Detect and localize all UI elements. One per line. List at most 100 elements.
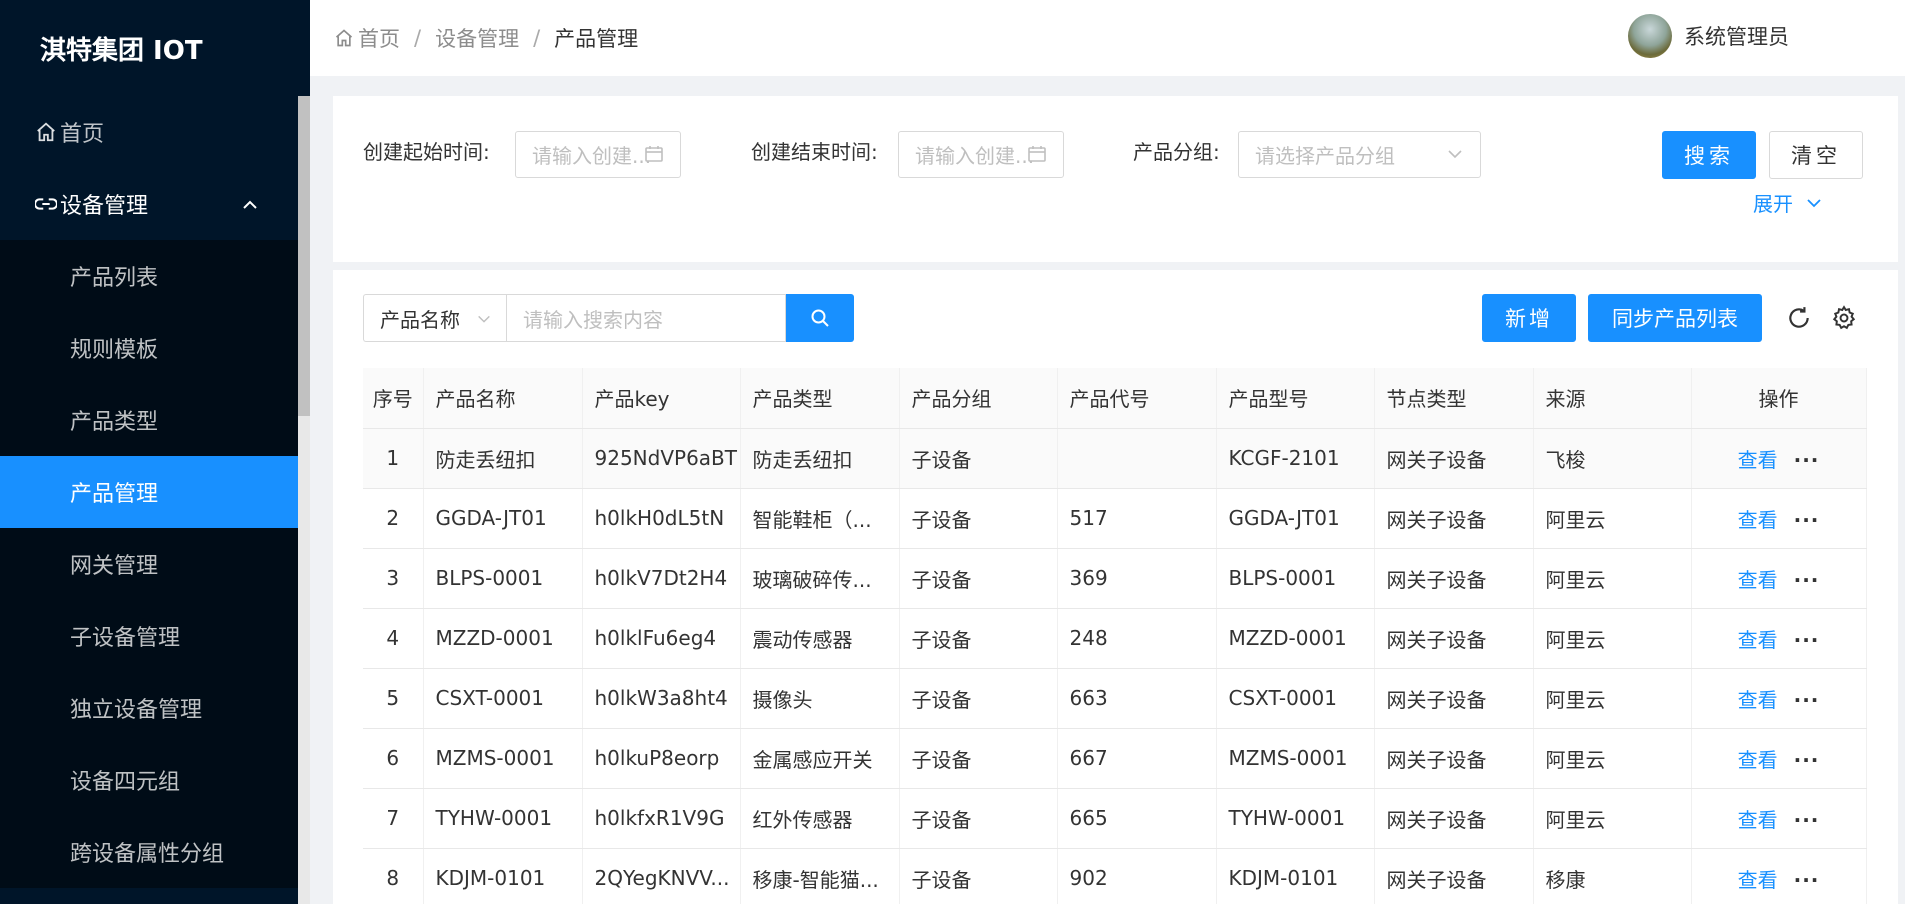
search-field-select[interactable]: 产品名称	[363, 294, 506, 342]
product-group-placeholder: 请选择产品分组	[1255, 144, 1395, 168]
product-table: 序号 产品名称 产品key 产品类型 产品分组 产品代号 产品型号 节点类型 来…	[363, 368, 1867, 904]
view-link[interactable]: 查看	[1738, 448, 1778, 472]
sidebar-item-subdevice-management[interactable]: 子设备管理	[0, 600, 298, 672]
table-cell: 阿里云	[1533, 548, 1692, 609]
view-link[interactable]: 查看	[1738, 568, 1778, 592]
view-link[interactable]: 查看	[1738, 628, 1778, 652]
sidebar-item-cross-device-group[interactable]: 跨设备属性分组	[0, 816, 298, 888]
sidebar-item-product-list[interactable]: 产品列表	[0, 240, 298, 312]
table-cell: 6	[363, 728, 424, 789]
search-input-placeholder: 请输入搜索内容	[523, 307, 663, 332]
sidebar-submenu: 产品列表 规则模板 产品类型 产品管理 网关管理 子设备管理 独立设备管理 设备…	[0, 240, 298, 888]
table-row[interactable]: 4 MZZD-0001 h0lklFu6eg4 震动传感器 子设备 248 MZZD-000…	[363, 608, 1867, 669]
table-row[interactable]: 6 MZMS-0001 h0lkuP8eorp 金属感应开关 子设备 667 MZMS-00…	[363, 728, 1867, 789]
table-cell: MZZD-0001	[423, 608, 583, 669]
user-name[interactable]: 系统管理员	[1684, 21, 1789, 51]
table-cell: TYHW-0001	[423, 788, 583, 849]
breadcrumb-device-management[interactable]: 设备管理	[435, 23, 519, 53]
sync-product-list-button[interactable]: 同步产品列表	[1588, 294, 1762, 342]
home-icon	[34, 120, 58, 144]
row-actions: 查看 ···	[1691, 668, 1867, 729]
column-header: 产品名称	[423, 368, 583, 429]
table-cell: 902	[1057, 848, 1217, 904]
breadcrumb-home[interactable]: 首页	[358, 23, 400, 53]
sidebar-group-label: 设备管理	[60, 194, 149, 219]
breadcrumb-separator: /	[414, 26, 422, 50]
table-cell: 红外传感器	[740, 788, 900, 849]
add-button[interactable]: 新增	[1482, 294, 1576, 342]
row-actions: 查看 ···	[1691, 788, 1867, 849]
sidebar-menu: 首页 设备管理 产品列表 规则模板 产品类型 产品管理 网关管理 子设备管理 独…	[0, 96, 298, 888]
column-header: 产品类型	[740, 368, 900, 429]
row-actions: 查看 ···	[1691, 728, 1867, 789]
table-cell: 阿里云	[1533, 608, 1692, 669]
sidebar-item-product-type[interactable]: 产品类型	[0, 384, 298, 456]
table-cell: 925NdVP6aBT	[582, 428, 741, 489]
settings-gear-icon[interactable]	[1830, 304, 1858, 332]
clear-button[interactable]: 清空	[1769, 131, 1863, 179]
product-group-select[interactable]: 请选择产品分组	[1238, 131, 1481, 178]
sidebar-item-device-quadruple[interactable]: 设备四元组	[0, 744, 298, 816]
end-time-input[interactable]: 请输入创建...	[898, 131, 1064, 178]
start-time-input[interactable]: 请输入创建...	[515, 131, 681, 178]
more-actions-icon[interactable]: ···	[1794, 808, 1820, 832]
sidebar-item-rule-template[interactable]: 规则模板	[0, 312, 298, 384]
table-row[interactable]: 2 GGDA-JT01 h0lkH0dL5tN 智能鞋柜（... 子设备 517 GGDA-…	[363, 488, 1867, 549]
table-cell: 667	[1057, 728, 1217, 789]
more-actions-icon[interactable]: ···	[1794, 628, 1820, 652]
home-icon[interactable]	[334, 28, 354, 48]
search-submit-button[interactable]	[786, 294, 854, 342]
table-cell: h0lkH0dL5tN	[582, 488, 741, 549]
sidebar-scroll-thumb[interactable]	[298, 96, 310, 416]
search-input[interactable]: 请输入搜索内容	[506, 294, 786, 342]
sidebar-item-product-management[interactable]: 产品管理	[0, 456, 298, 528]
search-icon	[810, 308, 830, 328]
view-link[interactable]: 查看	[1738, 688, 1778, 712]
end-time-placeholder: 请输入创建...	[915, 144, 1035, 168]
search-button[interactable]: 搜索	[1662, 131, 1756, 179]
sidebar-item-standalone-device[interactable]: 独立设备管理	[0, 672, 298, 744]
expand-toggle[interactable]: 展开	[1753, 188, 1823, 217]
table-cell: KDJM-0101	[423, 848, 583, 904]
more-actions-icon[interactable]: ···	[1794, 868, 1820, 892]
table-cell: 摄像头	[740, 668, 900, 729]
product-group-label: 产品分组:	[1133, 140, 1220, 164]
refresh-icon[interactable]	[1785, 304, 1813, 332]
sidebar-item-home[interactable]: 首页	[0, 96, 298, 168]
table-cell: h0lkV7Dt2H4	[582, 548, 741, 609]
table-cell: BLPS-0001	[423, 548, 583, 609]
sidebar-item-gateway-management[interactable]: 网关管理	[0, 528, 298, 600]
sidebar: 淇特集团 IOT 首页 设备管理 产品列表 规则模板 产品类型 产品管理 网关管…	[0, 0, 310, 904]
table-cell: 防走丢纽扣	[740, 428, 900, 489]
table-cell: GGDA-JT01	[1216, 488, 1375, 549]
table-cell: 1	[363, 428, 424, 489]
table-row[interactable]: 3 BLPS-0001 h0lkV7Dt2H4 玻璃破碎传... 子设备 369 BLPS-…	[363, 548, 1867, 609]
view-link[interactable]: 查看	[1738, 508, 1778, 532]
user-menu[interactable]: 系统管理员	[1628, 14, 1789, 58]
table-row[interactable]: 5 CSXT-0001 h0lkW3a8ht4 摄像头 子设备 663 CSXT-0001 网…	[363, 668, 1867, 729]
sidebar-scrollbar[interactable]	[298, 96, 310, 904]
more-actions-icon[interactable]: ···	[1794, 748, 1820, 772]
product-table-panel: 产品名称 请输入搜索内容 新增 同步产品列表 序号 产品名称 产品key 产品类…	[333, 270, 1898, 904]
more-actions-icon[interactable]: ···	[1794, 688, 1820, 712]
avatar[interactable]	[1628, 14, 1672, 58]
more-actions-icon[interactable]: ···	[1794, 448, 1820, 472]
table-cell: CSXT-0001	[1216, 668, 1375, 729]
more-actions-icon[interactable]: ···	[1794, 508, 1820, 532]
view-link[interactable]: 查看	[1738, 868, 1778, 892]
table-row[interactable]: 1 防走丢纽扣 925NdVP6aBT 防走丢纽扣 子设备 KCGF-2101 网关子设备飞…	[363, 428, 1867, 489]
table-row[interactable]: 8 KDJM-0101 2QYegKNVV... 移康-智能猫... 子设备 902 KDJ…	[363, 848, 1867, 904]
more-actions-icon[interactable]: ···	[1794, 568, 1820, 592]
sidebar-group-device[interactable]: 设备管理	[0, 168, 298, 240]
start-time-placeholder: 请输入创建...	[532, 144, 652, 168]
filter-panel: 创建起始时间: 请输入创建... 创建结束时间: 请输入创建... 产品分组: …	[333, 96, 1898, 262]
view-link[interactable]: 查看	[1738, 808, 1778, 832]
table-row[interactable]: 7 TYHW-0001 h0lkfxR1V9G 红外传感器 子设备 665 TYHW-000…	[363, 788, 1867, 849]
table-cell: KDJM-0101	[1216, 848, 1375, 904]
table-cell: 663	[1057, 668, 1217, 729]
table-cell: 网关子设备	[1374, 548, 1534, 609]
table-cell: 子设备	[899, 788, 1058, 849]
chevron-down-icon	[1446, 144, 1464, 168]
table-search-group: 产品名称 请输入搜索内容	[363, 294, 854, 342]
view-link[interactable]: 查看	[1738, 748, 1778, 772]
